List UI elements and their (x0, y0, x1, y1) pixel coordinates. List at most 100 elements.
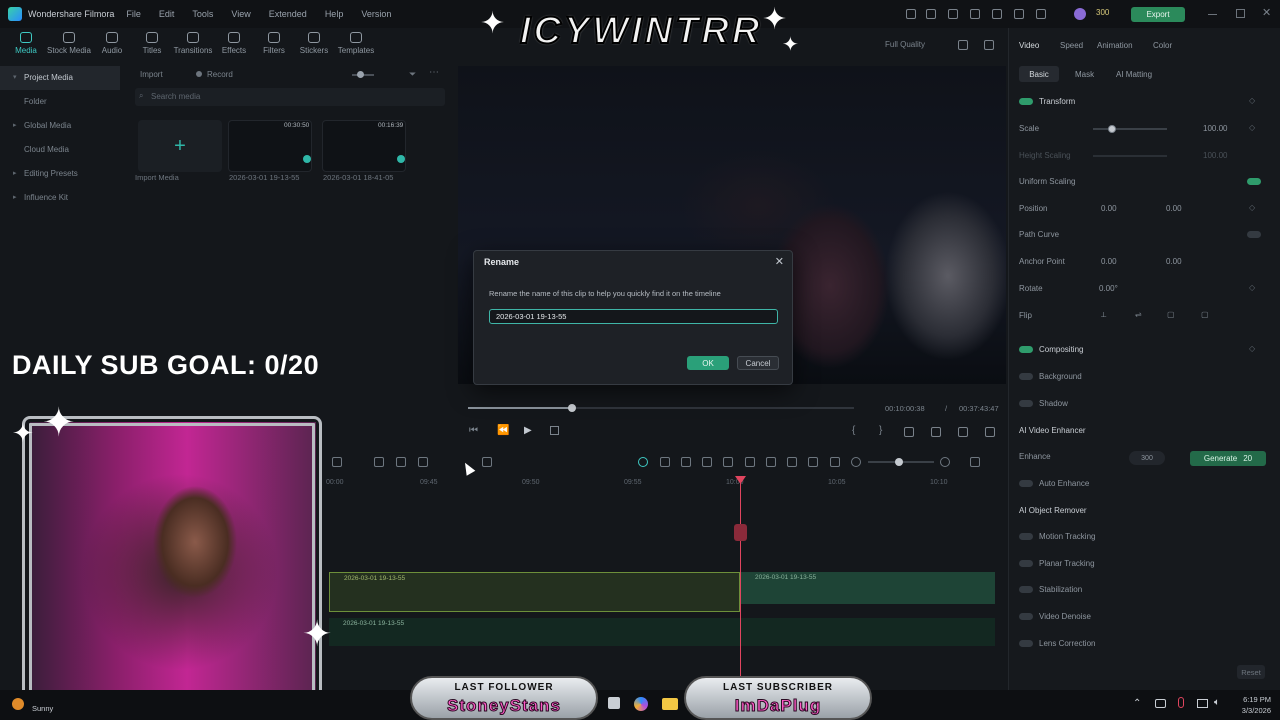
tab-titles[interactable]: Titles (132, 28, 172, 62)
cloud-sync-icon[interactable] (1155, 699, 1166, 708)
scrubber-knob[interactable] (568, 404, 576, 412)
keyframe-icon[interactable]: ◇ (1249, 203, 1255, 212)
grid-view-icon[interactable] (970, 457, 980, 467)
shield-icon[interactable] (745, 457, 755, 467)
weather-icon[interactable] (12, 698, 24, 710)
background-toggle[interactable] (1019, 373, 1033, 380)
play-icon[interactable]: ▶ (524, 425, 532, 436)
lens-correction-toggle[interactable] (1019, 640, 1033, 647)
tab-video[interactable]: Video (1019, 41, 1039, 50)
tab-stickers[interactable]: Stickers (294, 28, 334, 62)
quality-select[interactable]: Full Quality (885, 40, 925, 49)
rotate-value[interactable]: 0.00° (1099, 284, 1118, 293)
stop-icon[interactable] (550, 426, 559, 435)
subtab-mask[interactable]: Mask (1075, 70, 1094, 79)
layout-icon[interactable] (958, 40, 968, 50)
ok-button[interactable]: OK (687, 356, 729, 370)
settings-icon[interactable] (1014, 9, 1024, 19)
speed-icon[interactable] (396, 457, 406, 467)
zoom-in-icon[interactable] (940, 457, 950, 467)
tab-filters[interactable]: Filters (254, 28, 294, 62)
audio-clip[interactable]: 2026-03-01 19-13-55 (329, 618, 995, 646)
color-icon[interactable] (418, 457, 428, 467)
snapshot-icon[interactable] (984, 40, 994, 50)
sidebar-item-global-media[interactable]: ▸ Global Media (0, 114, 120, 138)
auto-enhance-toggle[interactable] (1019, 480, 1033, 487)
section-ai-video-enhancer[interactable]: AI Video Enhancer (1019, 426, 1086, 435)
tab-audio[interactable]: Audio (92, 28, 132, 62)
subtab-basic[interactable]: Basic (1019, 66, 1059, 82)
scale-value[interactable]: 100.00 (1203, 124, 1227, 133)
reset-button[interactable]: Reset (1237, 665, 1265, 679)
close-icon[interactable]: ✕ (775, 255, 784, 268)
microphone-icon[interactable] (1178, 697, 1184, 708)
avatar[interactable] (1074, 8, 1086, 20)
picture-in-picture-icon[interactable] (808, 457, 818, 467)
track-icon[interactable] (830, 457, 840, 467)
timeline-ruler[interactable]: 00:00 09:45 09:50 09:55 10:00 10:05 10:1… (326, 475, 1000, 489)
chevron-up-icon[interactable]: ⌃ (1133, 698, 1141, 709)
keyframe-icon[interactable]: ◇ (1249, 283, 1255, 292)
tab-effects[interactable]: Effects (214, 28, 254, 62)
clock[interactable]: 6:19 PM 3/3/2026 (1231, 694, 1271, 716)
audio-mixer-icon[interactable] (787, 457, 797, 467)
import-button[interactable]: Import (140, 70, 163, 79)
image-icon[interactable] (702, 457, 712, 467)
subtab-ai-matting[interactable]: AI Matting (1116, 70, 1152, 79)
render-icon[interactable] (904, 427, 914, 437)
video-clip[interactable]: 2026-03-01 19-13-55 (741, 572, 995, 604)
section-compositing[interactable]: Compositing (1039, 345, 1083, 354)
timeline-zoom-knob[interactable] (895, 458, 903, 466)
send-icon[interactable] (926, 9, 936, 19)
menu-extended[interactable]: Extended (269, 9, 307, 19)
compositing-toggle[interactable] (1019, 346, 1033, 353)
speed-ramp-icon[interactable] (723, 457, 733, 467)
ai-tools-icon[interactable] (638, 457, 648, 467)
sidebar-item-folder[interactable]: Folder (0, 90, 120, 114)
tab-media[interactable]: Media (6, 28, 46, 62)
sidebar-item-editing-presets[interactable]: ▸ Editing Presets (0, 162, 120, 186)
uniform-scaling-toggle[interactable] (1247, 178, 1261, 185)
menu-view[interactable]: View (231, 9, 250, 19)
monitor-icon[interactable] (948, 9, 958, 19)
crop-icon[interactable] (374, 457, 384, 467)
motion-tracking-toggle[interactable] (1019, 533, 1033, 540)
camera-icon[interactable] (931, 427, 941, 437)
path-curve-toggle[interactable] (1247, 231, 1261, 238)
tab-animation[interactable]: Animation (1097, 41, 1133, 50)
tab-speed[interactable]: Speed (1060, 41, 1083, 50)
mark-out-icon[interactable]: } (879, 425, 882, 436)
menu-file[interactable]: File (126, 9, 141, 19)
microphone-icon[interactable] (766, 457, 776, 467)
previous-frame-icon[interactable]: ⏮ (469, 425, 478, 436)
fullscreen-icon[interactable] (985, 427, 995, 437)
close-window-icon[interactable]: ✕ (1262, 6, 1271, 19)
keyframe-icon[interactable]: ◇ (1249, 123, 1255, 132)
stabilization-toggle[interactable] (1019, 586, 1033, 593)
sidebar-item-cloud-media[interactable]: Cloud Media (0, 138, 120, 162)
scale-slider-knob[interactable] (1108, 125, 1116, 133)
import-media-tile[interactable]: + (138, 120, 222, 172)
section-transform[interactable]: Transform (1039, 97, 1075, 106)
planar-tracking-toggle[interactable] (1019, 560, 1033, 567)
sidebar-item-project-media[interactable]: ▾ Project Media (0, 66, 120, 90)
tab-stock-media[interactable]: Stock Media (46, 28, 92, 62)
zoom-fit-icon[interactable] (482, 457, 492, 467)
video-denoise-toggle[interactable] (1019, 613, 1033, 620)
copilot-icon[interactable] (634, 697, 648, 711)
file-explorer-icon[interactable] (662, 698, 678, 710)
export-button[interactable]: Export (1131, 7, 1185, 22)
flip-horizontal-icon[interactable]: ⟂ (1101, 310, 1106, 320)
menu-help[interactable]: Help (325, 9, 344, 19)
playhead-marker[interactable] (734, 524, 747, 541)
rotate-left-icon[interactable]: ▢ (1167, 310, 1175, 319)
section-ai-object-remover[interactable]: AI Object Remover (1019, 506, 1087, 515)
task-view-icon[interactable] (608, 697, 620, 709)
flip-vertical-icon[interactable]: ⇌ (1135, 310, 1142, 319)
cloud-icon[interactable] (992, 9, 1002, 19)
anchor-y[interactable]: 0.00 (1166, 257, 1182, 266)
menu-edit[interactable]: Edit (159, 9, 175, 19)
anchor-x[interactable]: 0.00 (1101, 257, 1117, 266)
keyframe-icon[interactable]: ◇ (1249, 344, 1255, 353)
effects-icon[interactable] (660, 457, 670, 467)
